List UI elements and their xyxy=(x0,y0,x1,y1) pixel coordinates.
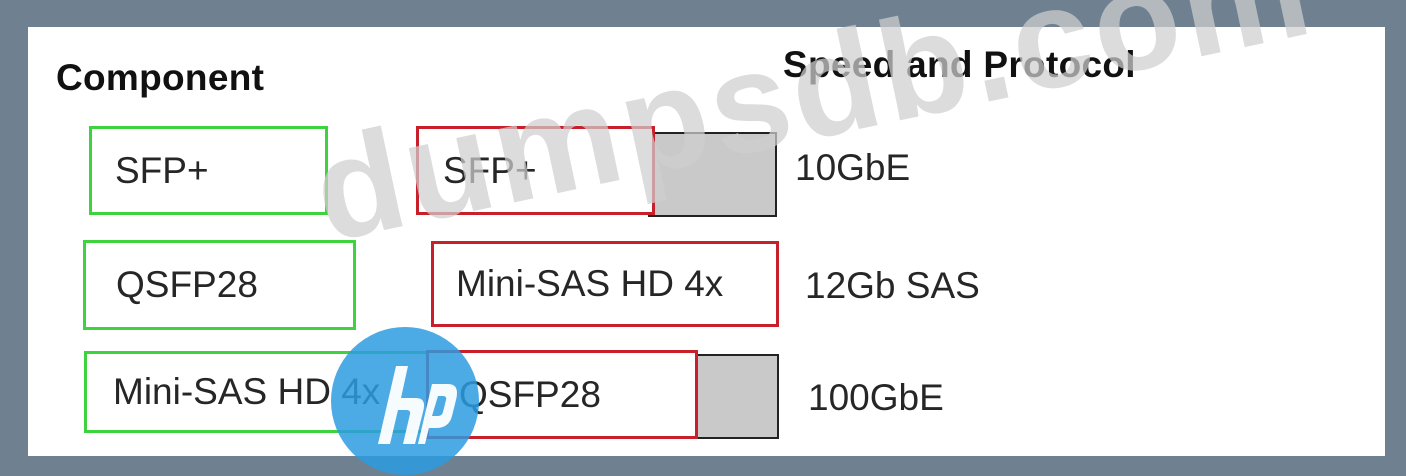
placed-item-sfp-plus[interactable]: SFP+ xyxy=(416,126,655,215)
speed-protocol-heading: Speed and Protocol xyxy=(783,44,1136,85)
drag-drop-panel: Component Speed and Protocol SFP+ QSFP28… xyxy=(28,27,1385,456)
speed-label-100gbe: 100GbE xyxy=(808,377,944,418)
placed-item-mini-sas-hd-4x[interactable]: Mini-SAS HD 4x xyxy=(431,241,779,327)
component-label: QSFP28 xyxy=(116,264,258,305)
speed-label-10gbe: 10GbE xyxy=(795,147,911,188)
component-heading: Component xyxy=(56,57,265,98)
placed-label: SFP+ xyxy=(443,149,537,191)
component-item-qsfp28[interactable]: QSFP28 xyxy=(83,240,356,330)
component-item-sfp-plus[interactable]: SFP+ xyxy=(89,126,328,215)
speed-label-12gb-sas: 12Gb SAS xyxy=(805,265,980,306)
drop-slot-100gbe[interactable] xyxy=(690,354,779,439)
hp-logo-icon xyxy=(331,327,479,475)
component-label: SFP+ xyxy=(115,149,209,191)
placed-label: Mini-SAS HD 4x xyxy=(456,263,724,304)
drop-slot-10gbe[interactable] xyxy=(648,132,777,217)
placed-label: QSFP28 xyxy=(459,373,601,415)
